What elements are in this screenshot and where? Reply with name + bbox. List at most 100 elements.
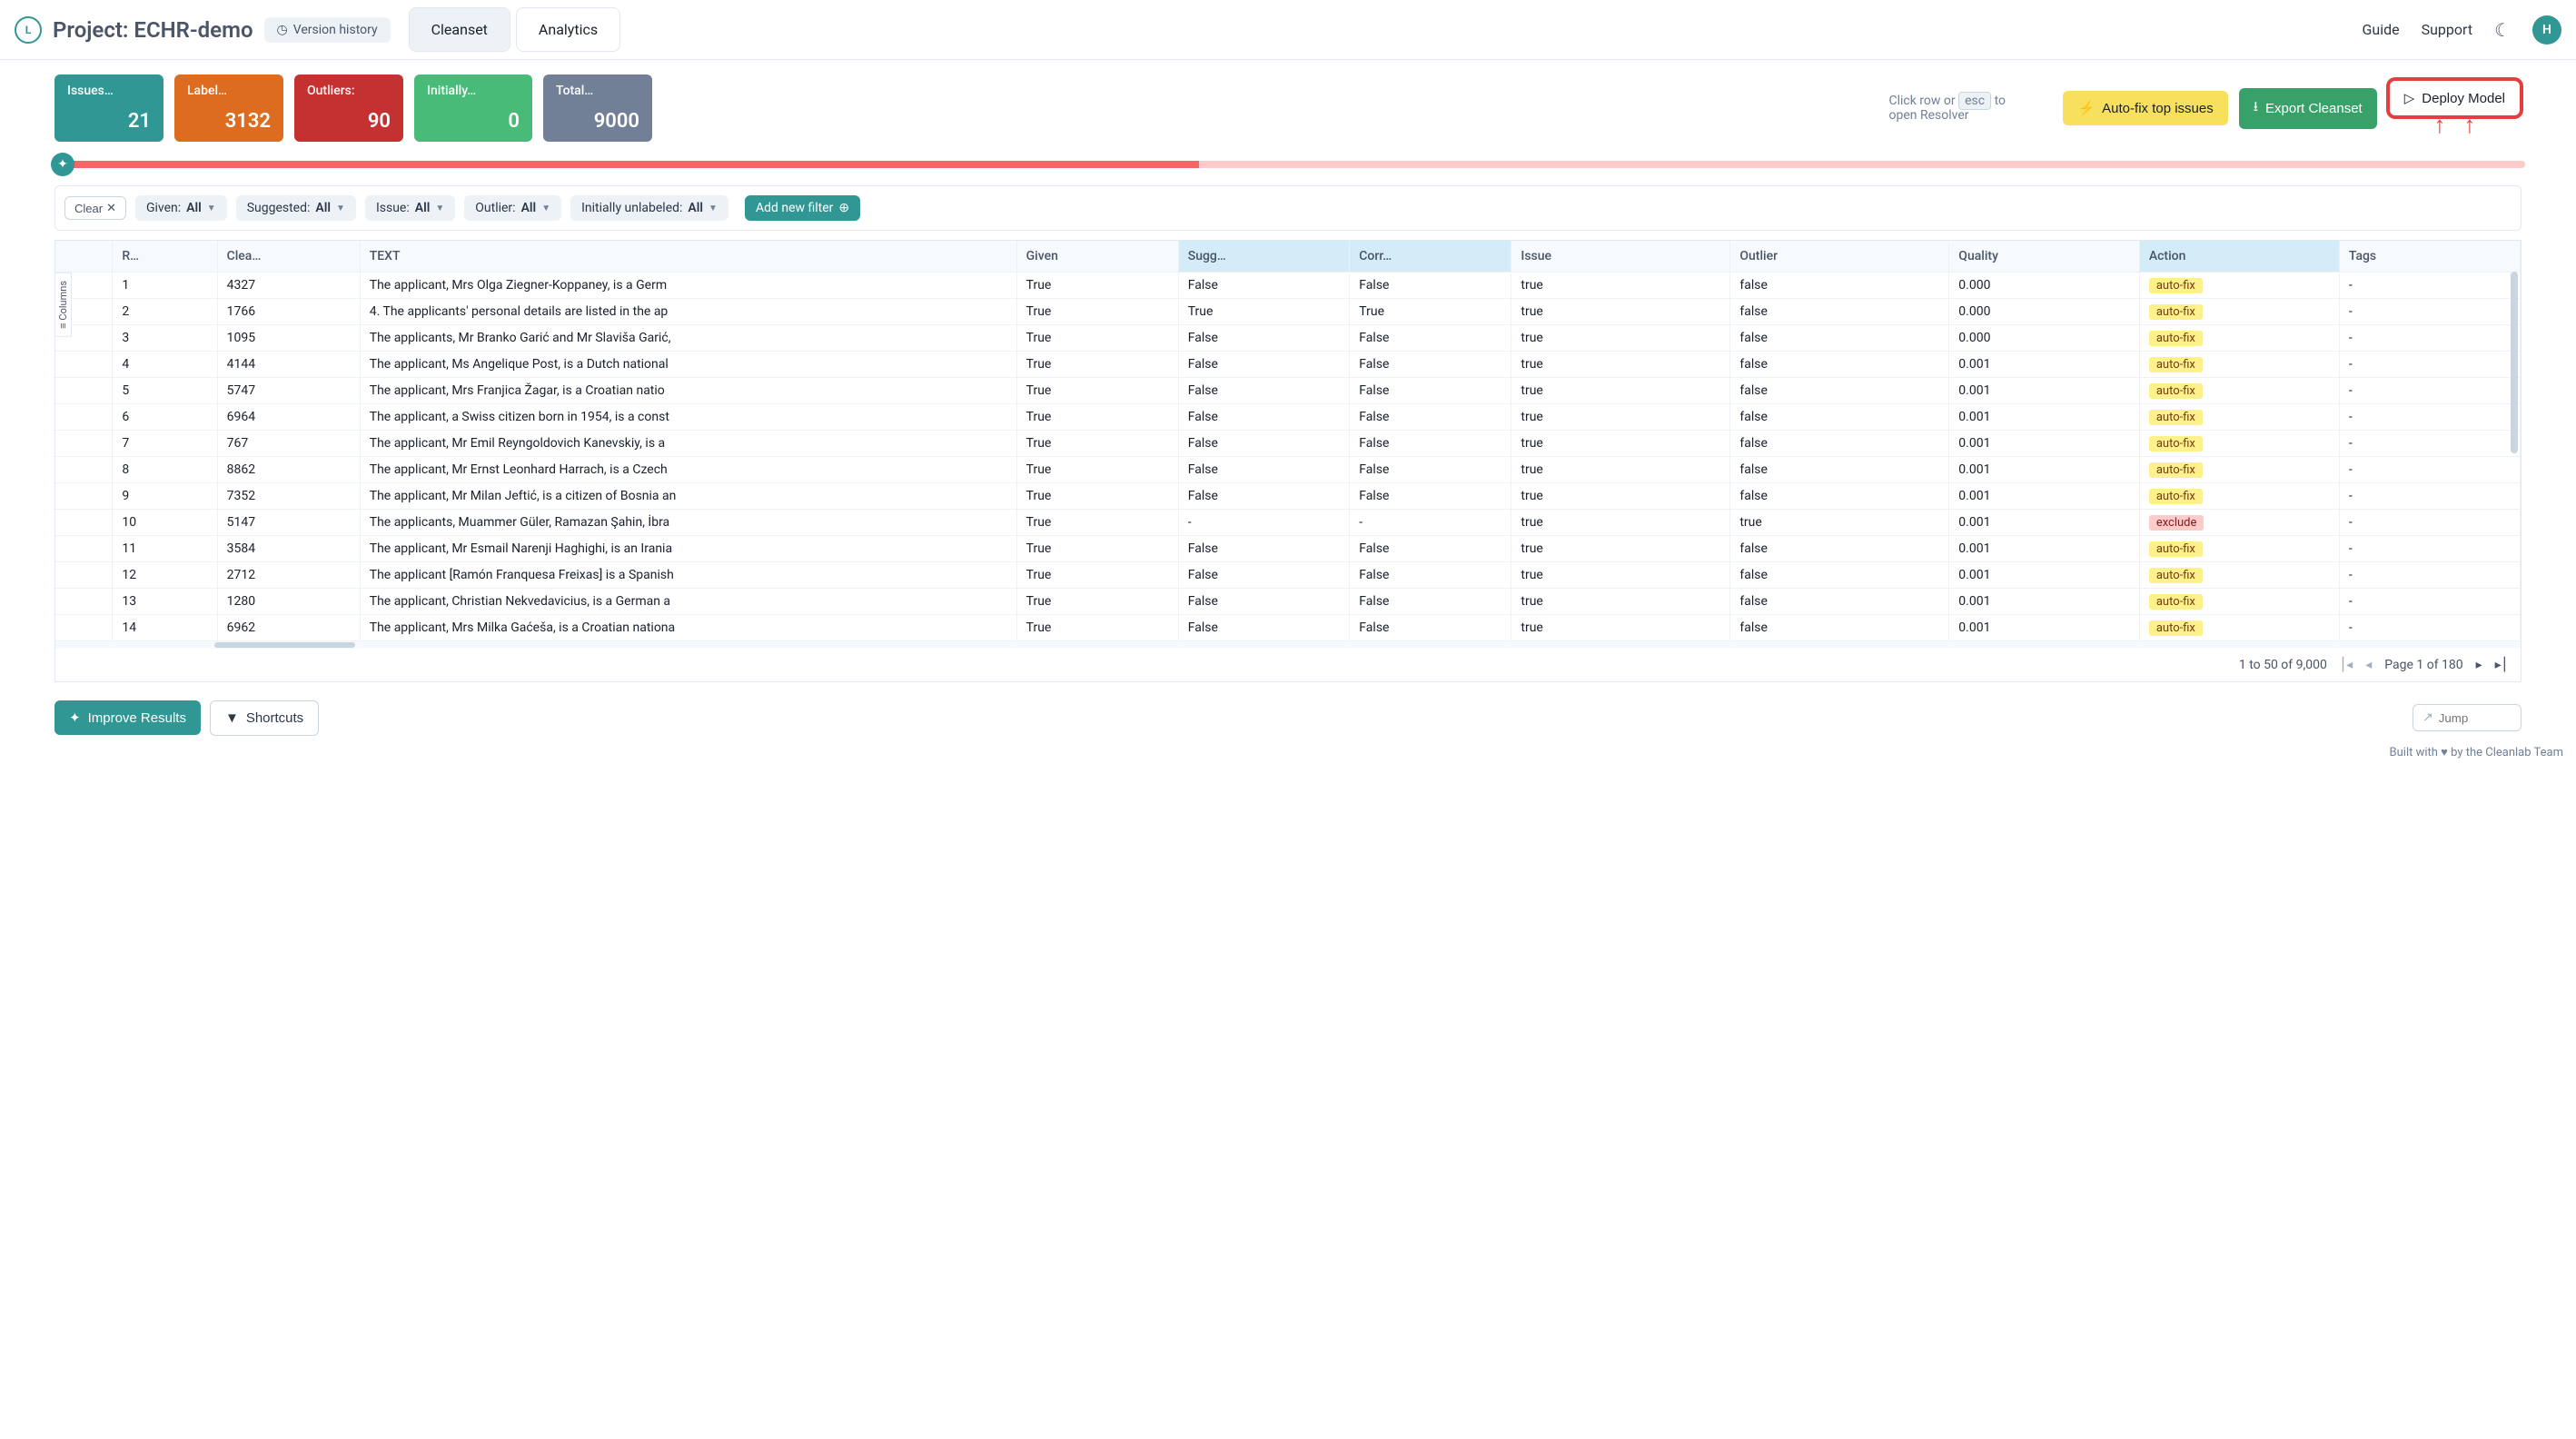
cell-given: True — [1016, 377, 1178, 403]
pager-first-icon[interactable]: ⎮◂ — [2340, 658, 2353, 672]
cell-outlier: false — [1730, 298, 1949, 324]
action-badge: auto-fix — [2149, 489, 2203, 504]
add-filter-button[interactable]: Add new filter ⊕ — [745, 195, 860, 221]
cell-quality: 0.001 — [1949, 403, 2140, 430]
filter-outlier[interactable]: Outlier: All ▼ — [464, 195, 561, 221]
cell-clea: 4327 — [217, 272, 360, 298]
cell-outlier: true — [1730, 509, 1949, 535]
columns-panel-toggle[interactable]: ≡ Columns — [54, 273, 72, 337]
deploy-button[interactable]: ▷ Deploy Model — [2388, 79, 2522, 117]
vertical-scrollbar-thumb[interactable] — [2511, 272, 2518, 453]
cell-action: auto-fix — [2139, 456, 2339, 482]
table-row[interactable]: 88862The applicant, Mr Ernst Leonhard Ha… — [55, 456, 2521, 482]
cell-given: True — [1016, 351, 1178, 377]
tab-analytics[interactable]: Analytics — [516, 7, 620, 52]
progress-bar[interactable] — [69, 161, 2525, 168]
filter-unlabeled[interactable]: Initially unlabeled: All ▼ — [570, 195, 728, 221]
stat-total-label: Total… — [556, 84, 639, 98]
autofix-button[interactable]: ⚡ Auto-fix top issues — [2063, 91, 2227, 125]
jump-field[interactable] — [2439, 711, 2502, 725]
cell-r: 4 — [113, 351, 217, 377]
horizontal-scrollbar-thumb[interactable] — [214, 642, 355, 648]
th-action[interactable]: Action — [2139, 241, 2339, 272]
stat-total[interactable]: Total… 9000 — [543, 74, 652, 142]
th-clea[interactable]: Clea… — [217, 241, 360, 272]
th-quality[interactable]: Quality — [1949, 241, 2140, 272]
jump-input[interactable]: ↗ — [2413, 704, 2522, 731]
clear-filters-button[interactable]: Clear ✕ — [64, 196, 126, 220]
th-r[interactable]: R… — [113, 241, 217, 272]
table-row[interactable]: 14327The applicant, Mrs Olga Ziegner-Kop… — [55, 272, 2521, 298]
cell-corrected: False — [1350, 272, 1511, 298]
deploy-arrows: ↑ ↑ — [2388, 114, 2522, 137]
cell-text: The applicant, a Swiss citizen born in 1… — [360, 403, 1016, 430]
tab-cleanset[interactable]: Cleanset — [409, 7, 510, 52]
cell-issue: true — [1511, 561, 1730, 588]
table-row[interactable]: 7767The applicant, Mr Emil Reyngoldovich… — [55, 430, 2521, 456]
stat-label[interactable]: Label… 3132 — [174, 74, 283, 142]
table-row[interactable]: 44144The applicant, Ms Angelique Post, i… — [55, 351, 2521, 377]
horizontal-scrollbar[interactable] — [55, 641, 2521, 649]
cell-given: True — [1016, 561, 1178, 588]
table-row[interactable]: 105147The applicants, Muammer Güler, Ram… — [55, 509, 2521, 535]
hint-prefix: Click row or — [1888, 94, 1958, 108]
th-tags[interactable]: Tags — [2339, 241, 2520, 272]
cell-suggested: False — [1178, 614, 1350, 640]
cell-corrected: False — [1350, 324, 1511, 351]
th-corrected[interactable]: Corr… — [1350, 241, 1511, 272]
table-row[interactable]: 217664. The applicants' personal details… — [55, 298, 2521, 324]
pager-last-icon[interactable]: ▸⎮ — [2495, 658, 2508, 672]
filter-suggested[interactable]: Suggested: All ▼ — [236, 195, 356, 221]
cell-r: 7 — [113, 430, 217, 456]
th-given[interactable]: Given — [1016, 241, 1178, 272]
cell-text: The applicant, Mr Ernst Leonhard Harrach… — [360, 456, 1016, 482]
table-row[interactable]: 31095The applicants, Mr Branko Garić and… — [55, 324, 2521, 351]
version-history-button[interactable]: ◷ Version history — [264, 17, 391, 43]
table-row[interactable]: 122712The applicant [Ramón Franquesa Fre… — [55, 561, 2521, 588]
th-text[interactable]: TEXT — [360, 241, 1016, 272]
cell-outlier: false — [1730, 561, 1949, 588]
cell-quality: 0.000 — [1949, 324, 2140, 351]
table-row[interactable]: 66964The applicant, a Swiss citizen born… — [55, 403, 2521, 430]
pager-prev-icon[interactable]: ◂ — [2365, 658, 2372, 672]
cell-given: True — [1016, 403, 1178, 430]
vertical-scrollbar[interactable] — [2508, 272, 2521, 658]
shortcuts-button[interactable]: ▼ Shortcuts — [210, 700, 319, 736]
th-index[interactable] — [55, 241, 113, 272]
play-icon: ▷ — [2404, 90, 2415, 106]
table-row[interactable]: 146962The applicant, Mrs Milka Gaćeša, i… — [55, 614, 2521, 640]
improve-results-button[interactable]: ✦ Improve Results — [54, 700, 201, 735]
table-row[interactable]: 113584The applicant, Mr Esmail Narenji H… — [55, 535, 2521, 561]
cell-clea: 5747 — [217, 377, 360, 403]
cell-issue: true — [1511, 377, 1730, 403]
stat-issues[interactable]: Issues… 21 — [54, 74, 163, 142]
chevron-down-icon: ▼ — [708, 203, 718, 213]
th-outlier[interactable]: Outlier — [1730, 241, 1949, 272]
filter-issue[interactable]: Issue: All ▼ — [365, 195, 455, 221]
guide-link[interactable]: Guide — [2362, 21, 2399, 38]
chevron-down-icon: ▼ — [435, 203, 444, 213]
table-row[interactable]: 97352The applicant, Mr Milan Jeftić, is … — [55, 482, 2521, 509]
dark-mode-icon[interactable]: ☾ — [2494, 19, 2511, 41]
stat-initially[interactable]: Initially… 0 — [414, 74, 532, 142]
cell-r: 14 — [113, 614, 217, 640]
cell-given: True — [1016, 614, 1178, 640]
cell-index — [55, 588, 113, 614]
support-link[interactable]: Support — [2422, 21, 2472, 38]
th-issue[interactable]: Issue — [1511, 241, 1730, 272]
cell-suggested: False — [1178, 482, 1350, 509]
table-row[interactable]: 131280The applicant, Christian Nekvedavi… — [55, 588, 2521, 614]
cell-action: auto-fix — [2139, 351, 2339, 377]
cell-corrected: False — [1350, 377, 1511, 403]
cell-r: 1 — [113, 272, 217, 298]
avatar[interactable]: H — [2532, 15, 2561, 45]
stat-outliers[interactable]: Outliers: 90 — [294, 74, 403, 142]
pager-next-icon[interactable]: ▸ — [2476, 658, 2482, 672]
table-row[interactable]: 55747The applicant, Mrs Franjica Žagar, … — [55, 377, 2521, 403]
export-button[interactable]: ⭳ Export Cleanset — [2239, 88, 2377, 129]
filter-given[interactable]: Given: All ▼ — [135, 195, 227, 221]
cell-index — [55, 377, 113, 403]
chevron-down-icon: ▼ — [207, 203, 216, 213]
table-header-row: R… Clea… TEXT Given Sugg… Corr… Issue Ou… — [55, 241, 2521, 272]
th-suggested[interactable]: Sugg… — [1178, 241, 1350, 272]
